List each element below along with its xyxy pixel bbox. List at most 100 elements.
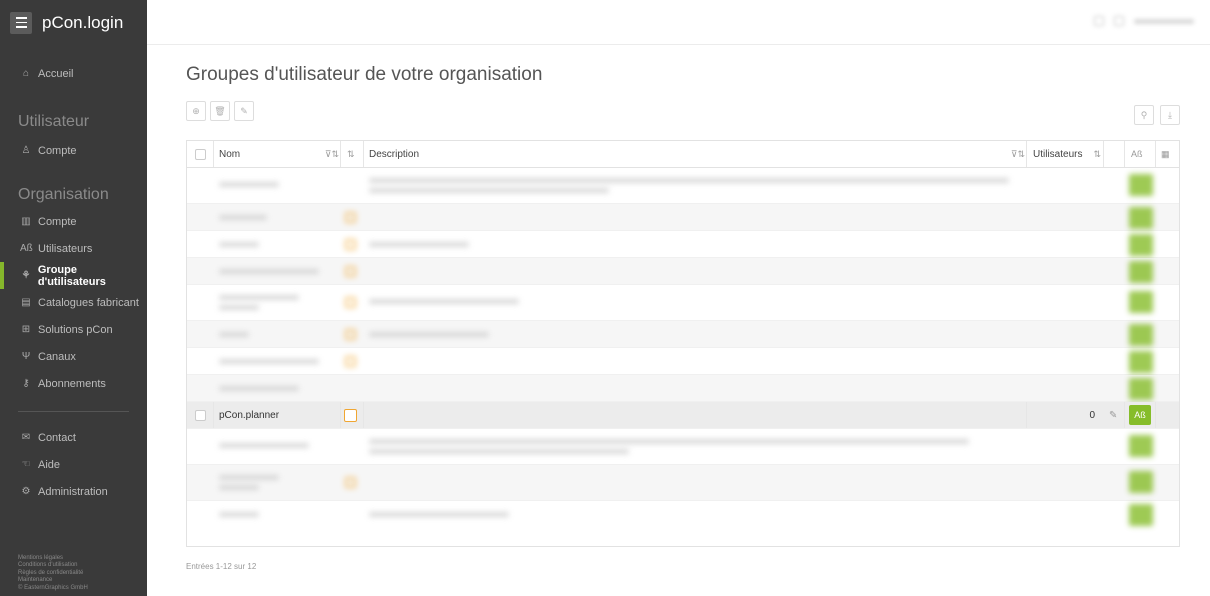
select-all-cell [195, 141, 206, 167]
header-name-label: Nom [219, 148, 241, 160]
sort-icon[interactable]: ⇅ [347, 149, 355, 160]
row-select-cell [195, 402, 206, 428]
nav-user-account[interactable]: ♙ Compte [0, 137, 147, 164]
footer-privacy-link[interactable]: Règles de confidentialité [18, 570, 88, 578]
nav-solutions-label: Solutions pCon [38, 323, 113, 336]
nav-channels[interactable]: Ψ Canaux [0, 343, 147, 370]
nav-subscriptions[interactable]: ⚷ Abonnements [0, 370, 147, 397]
user-groups-table: Nom ⊽⇅ ⇅ Description ⊽⇅ Utilisateurs ⇅ A… [186, 140, 1180, 547]
nav-subscriptions-label: Abonnements [38, 377, 106, 390]
nav-contact-label: Contact [38, 431, 76, 444]
notification-icon[interactable] [1094, 16, 1104, 26]
table-row[interactable] [187, 501, 1179, 528]
table-row[interactable] [187, 321, 1179, 348]
header-users[interactable]: Utilisateurs ⇅ [1033, 141, 1101, 167]
header-assign: Aß [1131, 141, 1143, 167]
top-bar [147, 0, 1210, 45]
columns-icon[interactable]: ▦ [1161, 149, 1170, 160]
sidebar: pCon.login ⌂ Accueil Utilisateur ♙ Compt… [0, 0, 147, 596]
nav-users[interactable]: Aß Utilisateurs [0, 235, 147, 262]
footer-legal-link[interactable]: Mentions légales [18, 555, 88, 563]
assign-users-button[interactable]: Aß [1129, 405, 1151, 425]
delete-icon[interactable]: 🗑 [210, 101, 230, 121]
key-icon: ⚷ [22, 378, 30, 389]
footer-terms-link[interactable]: Conditions d'utilisation [18, 562, 88, 570]
header-users-label: Utilisateurs [1033, 148, 1083, 160]
table-row[interactable] [187, 348, 1179, 375]
select-all-checkbox[interactable] [195, 148, 206, 160]
avatar[interactable] [1114, 16, 1124, 26]
nav-users-label: Utilisateurs [38, 242, 93, 255]
home-icon: ⌂ [22, 68, 30, 79]
row-users-count: 0 [1089, 409, 1095, 421]
table-toolbar: ⊕ 🗑 ✎ [186, 101, 254, 121]
edit-row-icon[interactable]: ✎ [1109, 402, 1117, 428]
section-org-title: Organisation [18, 186, 109, 203]
table-row-selected[interactable]: pCon.planner 0 ✎ Aß [187, 402, 1179, 429]
entries-count: Entrées 1-12 sur 12 [186, 562, 257, 571]
table-header: Nom ⊽⇅ ⇅ Description ⊽⇅ Utilisateurs ⇅ A… [187, 141, 1179, 168]
user-name[interactable] [1134, 18, 1194, 24]
footer-copyright: © EasternGraphics GmbH [18, 584, 88, 591]
nav-help[interactable]: ☜ Aide [0, 451, 147, 478]
header-name[interactable]: Nom ⊽⇅ [219, 141, 339, 167]
page-title: Groupes d'utilisateur de votre organisat… [186, 64, 543, 85]
header-columns[interactable]: ▦ [1161, 141, 1170, 167]
edit-icon[interactable]: ✎ [234, 101, 254, 121]
gear-icon: ⚙ [21, 486, 31, 497]
nav-help-label: Aide [38, 458, 61, 471]
nav-catalogs[interactable]: ▤ Catalogues fabricant [0, 289, 147, 316]
footer-links: Mentions légales Conditions d'utilisatio… [18, 555, 88, 593]
main-content: Groupes d'utilisateur de votre organisat… [147, 45, 1210, 596]
assign-cell: Aß [1129, 402, 1151, 428]
row-color-cell [344, 402, 357, 428]
section-user-title: Utilisateur [18, 113, 90, 130]
hamburger-menu-icon[interactable] [10, 11, 32, 34]
nav-administration[interactable]: ⚙ Administration [0, 478, 147, 505]
table-row[interactable] [187, 465, 1179, 501]
footer-maintenance-link[interactable]: Maintenance [18, 577, 88, 585]
table-row[interactable] [187, 168, 1179, 204]
person-icon: ♙ [21, 145, 31, 156]
mail-icon: ✉ [21, 432, 31, 443]
nav-home[interactable]: ⌂ Accueil [0, 60, 147, 87]
nav-channels-label: Canaux [38, 350, 76, 363]
table-toolbar-right: ⚲ ⤓ [1134, 105, 1180, 125]
nav-user-groups[interactable]: ⚘ Groupe d'utilisateurs [0, 262, 147, 289]
header-description[interactable]: Description ⊽⇅ [369, 141, 1025, 167]
catalog-icon: ▤ [21, 297, 31, 308]
nav-home-label: Accueil [38, 67, 74, 80]
header-color-sort[interactable]: ⇅ [347, 141, 355, 167]
users-icon: Aß [1131, 149, 1143, 159]
group-icon: ⚘ [21, 270, 31, 281]
sort-icon[interactable]: ⇅ [1093, 149, 1101, 160]
table-row[interactable] [187, 285, 1179, 321]
filter-sort-icon[interactable]: ⊽⇅ [325, 149, 339, 160]
brand-bar: pCon.login [0, 0, 147, 45]
nav-org-account[interactable]: ▥ Compte [0, 208, 147, 235]
table-row[interactable] [187, 375, 1179, 402]
nav-solutions[interactable]: ⊞ Solutions pCon [0, 316, 147, 343]
nav-contact[interactable]: ✉ Contact [0, 424, 147, 451]
download-icon[interactable]: ⤓ [1160, 105, 1180, 125]
table-row[interactable] [187, 204, 1179, 231]
nav-user-account-label: Compte [38, 144, 77, 157]
help-icon: ☜ [21, 459, 31, 470]
nav-catalogs-label: Catalogues fabricant [38, 296, 139, 309]
users-icon: Aß [20, 243, 33, 254]
nav-user-groups-label: Groupe d'utilisateurs [37, 263, 106, 288]
user-menu[interactable] [1094, 16, 1194, 26]
table-row[interactable] [187, 231, 1179, 258]
header-description-label: Description [369, 148, 420, 160]
channel-icon: Ψ [21, 351, 31, 362]
table-row[interactable] [187, 258, 1179, 285]
table-row[interactable] [187, 429, 1179, 465]
add-icon[interactable]: ⊕ [186, 101, 206, 121]
nav-org-account-label: Compte [38, 215, 77, 228]
nav-administration-label: Administration [38, 485, 108, 498]
row-checkbox[interactable] [195, 409, 206, 421]
search-icon[interactable]: ⚲ [1134, 105, 1154, 125]
app-title: pCon.login [42, 12, 124, 32]
color-swatch[interactable] [344, 408, 357, 422]
filter-sort-icon[interactable]: ⊽⇅ [1011, 149, 1025, 160]
